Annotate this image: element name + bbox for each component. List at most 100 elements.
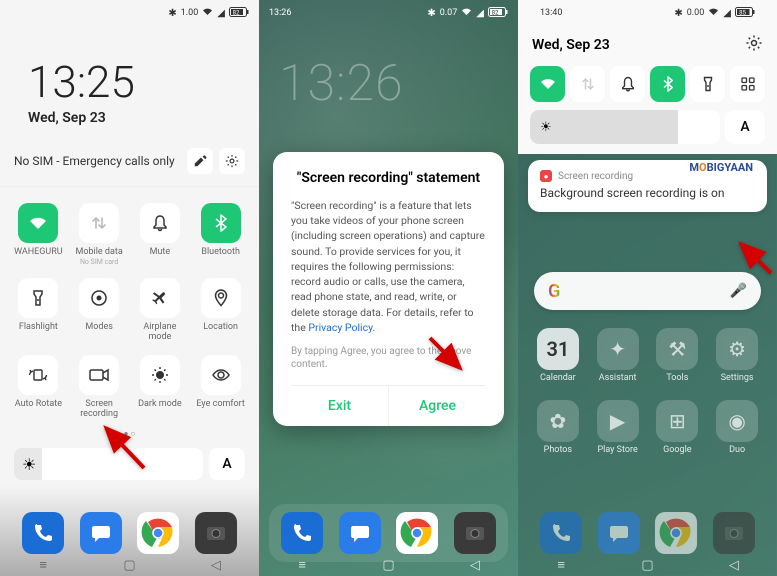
nav-back[interactable]: ◁ bbox=[466, 559, 484, 571]
dock-messages[interactable] bbox=[598, 512, 640, 554]
net-speed: 0.00 bbox=[687, 8, 705, 18]
tile-flashlight[interactable] bbox=[690, 66, 725, 102]
bell-icon bbox=[140, 203, 180, 243]
dock-phone[interactable] bbox=[540, 512, 582, 554]
battery-icon: 82 bbox=[488, 7, 508, 20]
bluetooth-icon bbox=[201, 203, 241, 243]
tile-modes[interactable]: Modes bbox=[69, 274, 130, 347]
app-settings[interactable]: ⚙Settings bbox=[716, 328, 758, 383]
dock-chrome[interactable] bbox=[655, 512, 697, 554]
nav-bar: ≡ ▢ ◁ bbox=[259, 554, 518, 576]
dock-camera[interactable] bbox=[195, 512, 237, 554]
bluetooth-icon: ✱ bbox=[674, 8, 682, 19]
location-icon bbox=[201, 278, 241, 318]
brightness-icon: ☀ bbox=[540, 120, 552, 135]
edit-tiles-button[interactable] bbox=[187, 148, 213, 174]
app-row-1: 31Calendar ✦Assistant ⚒Tools ⚙Settings bbox=[518, 328, 777, 383]
tile-mute[interactable] bbox=[610, 66, 645, 102]
nav-recent[interactable]: ≡ bbox=[293, 559, 311, 571]
tile-wifi[interactable] bbox=[530, 66, 565, 102]
bluetooth-icon: ✱ bbox=[168, 8, 176, 19]
tile-more[interactable] bbox=[730, 66, 765, 102]
wifi-icon bbox=[708, 7, 719, 19]
record-icon bbox=[79, 355, 119, 395]
app-row-2: ✿Photos ▶Play Store ⊞Google ◉Duo bbox=[518, 400, 777, 455]
date-row: Wed, Sep 23 bbox=[530, 26, 765, 66]
app-photos[interactable]: ✿Photos bbox=[537, 400, 579, 455]
auto-brightness-button[interactable]: A bbox=[725, 110, 765, 144]
tile-dark-mode[interactable]: Dark mode bbox=[130, 351, 191, 424]
tile-location[interactable]: Location bbox=[190, 274, 251, 347]
sim-status-text: No SIM - Emergency calls only bbox=[14, 154, 175, 168]
auto-brightness-button[interactable]: A bbox=[209, 448, 245, 480]
dock-chrome[interactable] bbox=[137, 512, 179, 554]
wifi-icon bbox=[202, 7, 213, 19]
app-assistant[interactable]: ✦Assistant bbox=[597, 328, 639, 383]
brightness-slider[interactable]: ☀ bbox=[530, 110, 720, 144]
wifi-icon bbox=[18, 203, 58, 243]
signal-icon: ◢ bbox=[723, 8, 731, 19]
app-duo[interactable]: ◉Duo bbox=[716, 400, 758, 455]
dialog-body: "Screen recording" is a feature that let… bbox=[291, 198, 486, 335]
dock-phone[interactable] bbox=[281, 512, 323, 554]
tile-flashlight[interactable]: Flashlight bbox=[8, 274, 69, 347]
dock-camera[interactable] bbox=[454, 512, 496, 554]
dock-phone[interactable] bbox=[22, 512, 64, 554]
net-speed: 1.00 bbox=[181, 8, 199, 18]
flashlight-icon bbox=[18, 278, 58, 318]
tile-airplane[interactable]: Airplane mode bbox=[130, 274, 191, 347]
watermark-brand: MOBIGYAAN bbox=[687, 160, 755, 175]
app-calendar[interactable]: 31Calendar bbox=[537, 328, 579, 383]
nav-home[interactable]: ▢ bbox=[638, 559, 656, 571]
nav-recent[interactable]: ≡ bbox=[552, 559, 570, 571]
clock-block: 13:25 Wed, Sep 23 bbox=[0, 26, 259, 136]
notification-text: Background screen recording is on bbox=[540, 186, 755, 200]
settings-button[interactable] bbox=[219, 148, 245, 174]
mic-icon[interactable]: 🎤 bbox=[730, 283, 747, 299]
data-icon bbox=[79, 203, 119, 243]
tile-eye-comfort[interactable]: Eye comfort bbox=[190, 351, 251, 424]
status-bar: ✱ 1.00 ◢ 82 bbox=[0, 0, 259, 26]
settings-button[interactable] bbox=[745, 34, 763, 56]
modes-icon bbox=[79, 278, 119, 318]
dock-camera[interactable] bbox=[713, 512, 755, 554]
tile-wifi[interactable]: WAHEGURU bbox=[8, 199, 69, 270]
app-tools[interactable]: ⚒Tools bbox=[656, 328, 698, 383]
google-g-icon: G bbox=[548, 281, 560, 302]
tile-mobile-data[interactable] bbox=[570, 66, 605, 102]
nav-home[interactable]: ▢ bbox=[120, 559, 138, 571]
agree-button[interactable]: Agree bbox=[389, 386, 486, 426]
phone-1-quicksettings: ✱ 1.00 ◢ 82 13:25 Wed, Sep 23 No SIM - E… bbox=[0, 0, 259, 576]
app-playstore[interactable]: ▶Play Store bbox=[597, 400, 639, 455]
phone-3-recording-active: 13:40 ✱ 0.00 ◢ 85 Wed, Sep 23 ☀ A bbox=[518, 0, 777, 576]
recording-notification[interactable]: MOBIGYAAN ● Screen recording Background … bbox=[528, 160, 767, 212]
record-badge-icon: ● bbox=[540, 170, 552, 182]
svg-text:82: 82 bbox=[233, 9, 240, 16]
nav-recent[interactable]: ≡ bbox=[34, 559, 52, 571]
compact-qs-panel: 13:40 ✱ 0.00 ◢ 85 Wed, Sep 23 ☀ A bbox=[518, 0, 777, 154]
tile-mobile-data[interactable]: Mobile data No SIM card bbox=[69, 199, 130, 270]
tile-bluetooth[interactable] bbox=[650, 66, 685, 102]
app-google[interactable]: ⊞Google bbox=[656, 400, 698, 455]
svg-text:85: 85 bbox=[739, 9, 746, 16]
tile-screen-recording[interactable]: Screen recording bbox=[69, 351, 130, 424]
dock-messages[interactable] bbox=[80, 512, 122, 554]
dock-messages[interactable] bbox=[339, 512, 381, 554]
signal-icon: ◢ bbox=[476, 8, 484, 19]
nav-back[interactable]: ◁ bbox=[207, 559, 225, 571]
tile-bluetooth[interactable]: Bluetooth bbox=[190, 199, 251, 270]
net-speed: 0.07 bbox=[440, 8, 458, 18]
nav-home[interactable]: ▢ bbox=[379, 559, 397, 571]
bluetooth-icon: ✱ bbox=[427, 8, 435, 19]
dock-chrome[interactable] bbox=[396, 512, 438, 554]
dialog-title: "Screen recording" statement bbox=[291, 170, 486, 186]
exit-button[interactable]: Exit bbox=[291, 386, 389, 426]
google-search-widget[interactable]: G 🎤 bbox=[534, 272, 761, 310]
nav-back[interactable]: ◁ bbox=[725, 559, 743, 571]
brightness-icon: ☀ bbox=[22, 455, 36, 474]
tile-mute[interactable]: Mute bbox=[130, 199, 191, 270]
panel-date: Wed, Sep 23 bbox=[532, 37, 610, 53]
svg-text:82: 82 bbox=[492, 9, 499, 16]
privacy-policy-link[interactable]: Privacy Policy bbox=[308, 321, 372, 334]
tile-auto-rotate[interactable]: Auto Rotate bbox=[8, 351, 69, 424]
